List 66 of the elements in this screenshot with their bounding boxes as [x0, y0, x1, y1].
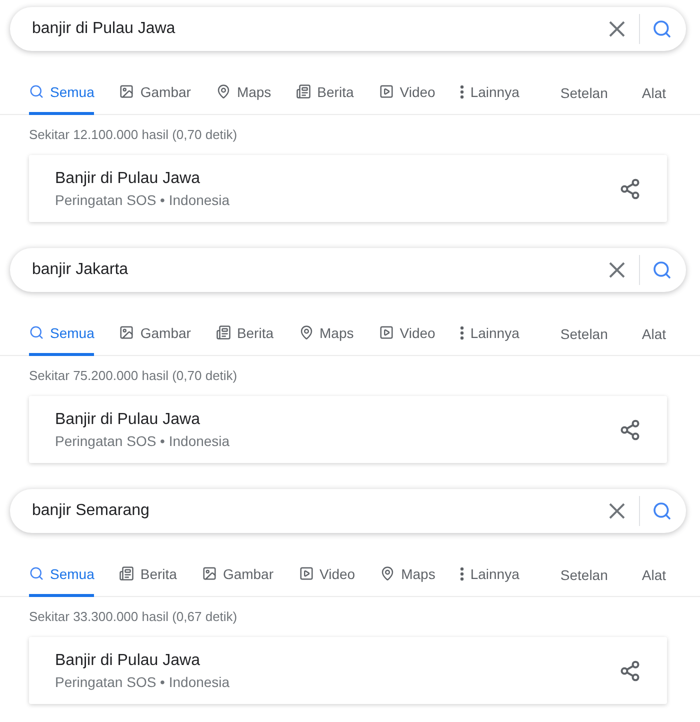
result-stats: Sekitar 33.300.000 hasil (0,67 detik): [29, 609, 238, 624]
search-tab[interactable]: Gambar: [119, 71, 191, 115]
search-field[interactable]: banjir Semarang: [30, 501, 609, 521]
close-icon[interactable]: [609, 21, 625, 37]
search-bar[interactable]: banjir Semarang: [10, 489, 686, 533]
newspaper-icon: [296, 84, 312, 99]
search-tab[interactable]: Maps: [216, 71, 272, 115]
search-icon: [29, 325, 44, 340]
newspaper-icon: [119, 566, 134, 581]
result-title: Banjir di Pulau Jawa: [55, 652, 201, 670]
image-icon: [119, 84, 134, 99]
search-field[interactable]: banjir di Pulau Jawa: [30, 19, 609, 39]
result-subtitle: Peringatan SOS • Indonesia: [55, 192, 231, 208]
search-bar[interactable]: banjir di Pulau Jawa: [10, 7, 686, 51]
search-tab[interactable]: Lainnya: [460, 71, 520, 115]
image-icon: [202, 566, 217, 581]
result-stats: Sekitar 12.100.000 hasil (0,70 detik): [29, 127, 238, 142]
search-tab[interactable]: Lainnya: [460, 312, 520, 356]
share-button[interactable]: [619, 418, 641, 440]
more-icon: [460, 326, 464, 340]
search-tab[interactable]: Berita: [216, 312, 274, 356]
result-subtitle: Peringatan SOS • Indonesia: [55, 674, 231, 690]
search-tab[interactable]: Semua: [29, 71, 94, 115]
close-icon[interactable]: [609, 503, 625, 519]
search-button[interactable]: [652, 501, 672, 521]
tool-link[interactable]: Alat: [642, 71, 666, 114]
close-icon[interactable]: [609, 262, 625, 278]
tool-link[interactable]: Setelan: [560, 312, 608, 355]
play-icon: [378, 325, 394, 340]
result-stats: Sekitar 75.200.000 hasil (0,70 detik): [29, 368, 238, 383]
search-tab[interactable]: Lainnya: [460, 553, 520, 597]
play-icon: [298, 566, 314, 581]
more-icon: [460, 84, 464, 98]
search-tab[interactable]: Video: [378, 71, 436, 115]
share-button[interactable]: [619, 178, 641, 200]
share-button[interactable]: [619, 660, 641, 682]
search-tab[interactable]: Maps: [380, 553, 436, 597]
result-title: Banjir di Pulau Jawa: [55, 410, 201, 428]
search-button[interactable]: [652, 19, 672, 39]
newspaper-icon: [216, 325, 231, 340]
search-icon: [29, 84, 44, 99]
search-button[interactable]: [652, 260, 672, 280]
search-tab[interactable]: Maps: [298, 312, 354, 356]
search-icon: [29, 566, 44, 581]
search-tab[interactable]: Video: [378, 312, 436, 356]
map-pin-icon: [298, 325, 314, 340]
map-pin-icon: [216, 84, 231, 99]
play-icon: [378, 84, 394, 99]
search-field[interactable]: banjir Jakarta: [30, 260, 609, 280]
search-tab[interactable]: Gambar: [119, 312, 191, 356]
tool-link[interactable]: Alat: [642, 553, 666, 596]
more-icon: [460, 566, 464, 580]
search-tab[interactable]: Semua: [29, 553, 94, 597]
map-pin-icon: [380, 566, 396, 581]
tool-link[interactable]: Setelan: [560, 553, 608, 596]
image-icon: [119, 325, 134, 340]
tool-link[interactable]: Setelan: [560, 71, 608, 114]
result-title: Banjir di Pulau Jawa: [55, 170, 201, 188]
search-tab[interactable]: Semua: [29, 312, 94, 356]
search-tab[interactable]: Berita: [296, 71, 354, 115]
result-subtitle: Peringatan SOS • Indonesia: [55, 432, 231, 448]
search-tab[interactable]: Berita: [119, 553, 177, 597]
tool-link[interactable]: Alat: [642, 312, 666, 355]
search-bar[interactable]: banjir Jakarta: [10, 248, 686, 292]
search-tab[interactable]: Gambar: [202, 553, 274, 597]
search-tab[interactable]: Video: [298, 553, 356, 597]
